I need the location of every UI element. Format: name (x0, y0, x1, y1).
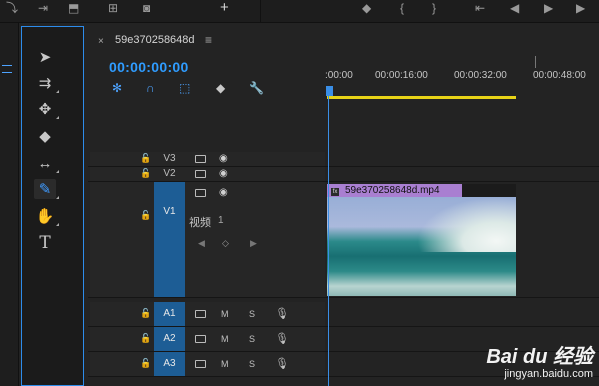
track-row-v3: 🔓 V3 ◉ (88, 152, 599, 167)
ripple-edit-tool-icon[interactable]: ✥ (34, 99, 59, 119)
lock-icon[interactable]: 🔓 (140, 168, 151, 179)
eye-icon[interactable]: ◉ (219, 153, 228, 164)
go-to-in-icon[interactable]: ⇤ (475, 1, 485, 15)
mic-icon[interactable]: 🎙 (275, 307, 289, 320)
add-keyframe-icon[interactable]: ◇ (222, 238, 229, 249)
playhead-line[interactable] (328, 96, 329, 386)
solo-button[interactable]: S (249, 309, 255, 319)
lock-icon[interactable]: 🔓 (140, 153, 151, 164)
lift-icon[interactable]: ⬒ (68, 1, 79, 15)
track-name-a2[interactable]: A2 (154, 327, 185, 351)
track-name-v3[interactable]: V3 (154, 153, 185, 164)
step-back-icon[interactable]: ◀ (510, 1, 519, 15)
selection-tool-icon[interactable]: ➤ (34, 47, 56, 67)
track-header (90, 302, 325, 326)
tab-menu-icon[interactable]: ≡ (205, 33, 212, 47)
mic-icon[interactable]: 🎙 (275, 357, 289, 370)
sync-lock-icon[interactable] (195, 310, 206, 318)
track-name-v1[interactable]: V1 (154, 182, 185, 297)
track-name-a3[interactable]: A3 (154, 352, 185, 376)
step-forward-icon[interactable]: ▶ (576, 1, 585, 15)
clip-label: fx 59e370258648d.mp4 (327, 184, 462, 197)
divider (260, 0, 261, 22)
add-marker-icon[interactable]: ◆ (216, 81, 225, 95)
play-icon[interactable]: ▶ (544, 1, 553, 15)
type-tool-icon[interactable]: T (34, 233, 56, 253)
sync-lock-icon[interactable] (195, 189, 206, 197)
ruler-tick: :00:00 (325, 70, 353, 81)
ruler-tick: 00:00:32:00 (454, 70, 507, 81)
add-button[interactable]: + (220, 0, 229, 15)
hand-tool-icon[interactable]: ✋ (34, 206, 59, 226)
close-tab-icon[interactable]: × (98, 36, 104, 47)
nest-icon[interactable]: ✻ (112, 81, 122, 95)
left-edge-panel (0, 23, 19, 386)
track-label: 视频 (189, 217, 211, 229)
track-select-tool-icon[interactable]: ⇉ (34, 73, 59, 93)
lock-icon[interactable]: 🔓 (140, 358, 151, 369)
mute-button[interactable]: M (221, 334, 229, 344)
track-header (90, 327, 325, 351)
ruler-tick: 00:00:16:00 (375, 70, 428, 81)
pen-tool-icon[interactable]: ✎ (34, 179, 59, 199)
prev-keyframe-icon[interactable]: ◀ (198, 238, 205, 249)
lock-icon[interactable]: 🔓 (140, 308, 151, 319)
mute-button[interactable]: M (221, 309, 229, 319)
track-header (90, 152, 325, 166)
camera-icon[interactable]: ◙ (143, 1, 150, 15)
eye-icon[interactable]: ◉ (219, 168, 228, 179)
solo-button[interactable]: S (249, 359, 255, 369)
eye-icon[interactable]: ◉ (219, 187, 228, 198)
in-point-icon[interactable]: { (400, 1, 404, 15)
playhead-timecode[interactable]: 00:00:00:00 (109, 59, 189, 75)
ruler-marker-line (535, 56, 536, 68)
linked-selection-icon[interactable]: ⬚ (179, 81, 190, 95)
ruler-tick: 00:00:48:00 (533, 70, 586, 81)
track-row-v2: 🔓 V2 ◉ (88, 167, 599, 182)
playhead-handle[interactable] (326, 86, 333, 96)
sync-lock-icon[interactable] (195, 335, 206, 343)
track-name-v2[interactable]: V2 (154, 168, 185, 179)
marker-icon[interactable]: ◆ (362, 1, 371, 15)
track-header (90, 352, 325, 376)
clip-name: 59e370258648d.mp4 (345, 185, 440, 196)
out-point-icon[interactable]: } (432, 1, 436, 15)
watermark-logo: Bai du 经验 (486, 346, 593, 368)
overwrite-icon[interactable]: ⇥ (38, 1, 48, 15)
extract-icon[interactable]: ⊞ (108, 1, 118, 15)
watermark: Bai du 经验 jingyan.baidu.com (486, 346, 593, 380)
insert-icon[interactable]: ⤵ (6, 1, 18, 15)
track-header (90, 182, 325, 297)
sync-lock-icon[interactable] (195, 170, 206, 178)
tab-bar: × 59e370258648d ≡ (88, 26, 599, 56)
track-header (90, 167, 325, 181)
sync-lock-icon[interactable] (195, 360, 206, 368)
top-toolbar: ⤵ ⇥ ⬒ ⊞ ◙ + ◆ { } ⇤ ◀ ▶ ▶ (0, 0, 599, 23)
watermark-url: jingyan.baidu.com (504, 368, 593, 380)
fx-badge: fx (331, 188, 339, 196)
time-ruler[interactable]: :00:00 00:00:16:00 00:00:32:00 00:00:48:… (325, 56, 599, 98)
lock-icon[interactable]: 🔓 (140, 210, 151, 221)
video-clip[interactable]: fx 59e370258648d.mp4 (327, 184, 516, 296)
sync-lock-icon[interactable] (195, 155, 206, 163)
work-area-bar[interactable] (327, 96, 516, 99)
mute-button[interactable]: M (221, 359, 229, 369)
track-index: 1 (218, 215, 224, 226)
snap-icon[interactable]: ∩ (146, 81, 155, 95)
list-view-icon[interactable] (2, 65, 12, 73)
wrench-icon[interactable]: 🔧 (249, 81, 264, 95)
sequence-tab[interactable]: 59e370258648d (115, 34, 195, 46)
razor-tool-icon[interactable]: ◆ (34, 126, 56, 146)
clip-wave-highlight (417, 197, 516, 252)
mic-icon[interactable]: 🎙 (275, 332, 289, 345)
tools-panel: ➤ ⇉ ✥ ◆ ↔ ✎ ✋ T (21, 26, 84, 386)
track-name-a1[interactable]: A1 (154, 302, 185, 326)
slip-tool-icon[interactable]: ↔ (34, 153, 59, 173)
timeline-panel: × 59e370258648d ≡ 00:00:00:00 ✻ ∩ ⬚ ◆ 🔧 … (88, 26, 599, 386)
track-row-a1: 🔓 A1 M S 🎙 (88, 302, 599, 327)
lock-icon[interactable]: 🔓 (140, 333, 151, 344)
solo-button[interactable]: S (249, 334, 255, 344)
next-keyframe-icon[interactable]: ▶ (250, 238, 257, 249)
